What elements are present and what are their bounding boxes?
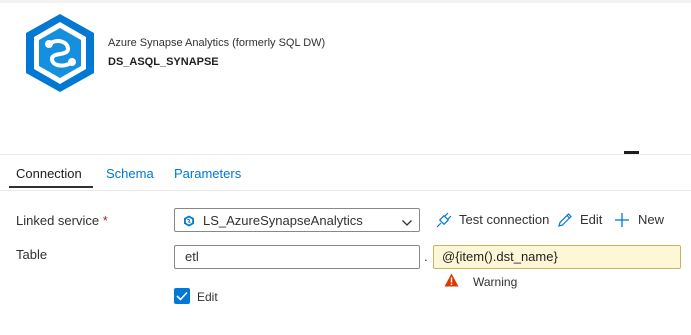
test-connection-label: Test connection xyxy=(459,212,550,227)
active-tab-indicator xyxy=(9,186,93,188)
chevron-down-icon xyxy=(401,215,413,226)
schema-name-input[interactable]: etl xyxy=(174,245,420,269)
warning-text: Warning xyxy=(473,275,518,289)
linked-service-label-text: Linked service xyxy=(16,213,100,228)
tab-schema[interactable]: Schema xyxy=(106,166,154,181)
pencil-icon xyxy=(557,212,573,228)
top-strip xyxy=(0,0,691,3)
tab-parameters[interactable]: Parameters xyxy=(174,166,241,181)
table-name-input[interactable]: @{item().dst_name} xyxy=(433,245,681,269)
edit-label: Edit xyxy=(580,212,603,227)
warning-icon xyxy=(444,273,459,287)
azure-synapse-icon xyxy=(24,12,96,94)
divider xyxy=(0,154,691,155)
linked-service-dropdown[interactable]: LS_AzureSynapseAnalytics xyxy=(174,208,420,232)
linked-service-label: Linked service * xyxy=(16,213,108,228)
dataset-name: DS_ASQL_SYNAPSE xyxy=(108,56,219,68)
plug-icon xyxy=(436,212,452,228)
linked-service-value: LS_AzureSynapseAnalytics xyxy=(203,213,363,228)
plus-icon xyxy=(614,212,630,228)
tab-connection[interactable]: Connection xyxy=(16,166,82,181)
new-label: New xyxy=(638,212,665,227)
checkbox-checked-icon[interactable] xyxy=(174,288,190,304)
schema-table-separator: . xyxy=(424,249,428,264)
service-type-label: Azure Synapse Analytics (formerly SQL DW… xyxy=(108,37,326,49)
divider xyxy=(0,190,691,191)
tab-bar: Connection Schema Parameters xyxy=(0,158,691,192)
edit-checkbox-label: Edit xyxy=(197,290,218,304)
table-label: Table xyxy=(16,247,48,262)
required-asterisk: * xyxy=(102,213,108,228)
synapse-linked-service-icon xyxy=(183,214,195,227)
